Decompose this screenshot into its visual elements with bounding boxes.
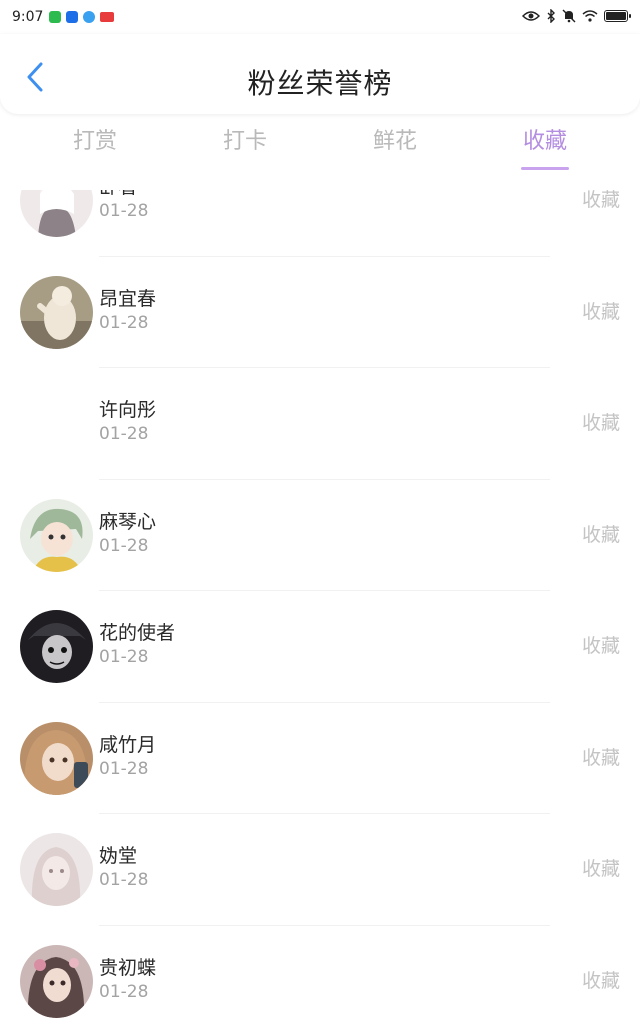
avatar[interactable] (20, 610, 93, 683)
navigation-header: 粉丝荣誉榜 (0, 34, 640, 114)
favorite-action[interactable]: 收藏 (582, 743, 620, 770)
mute-bell-icon (562, 9, 576, 23)
battery-icon (604, 10, 631, 22)
avatar[interactable] (20, 498, 93, 572)
tab-favorites[interactable]: 收藏 (470, 122, 620, 174)
status-icons (522, 9, 631, 23)
list-item[interactable]: 妫堂 01-28 收藏 (0, 814, 640, 926)
favorite-action[interactable]: 收藏 (582, 408, 620, 435)
avatar[interactable] (20, 944, 93, 1018)
fan-name: 贵初蝶 (99, 956, 157, 979)
tab-bar: 打赏 打卡 鲜花 收藏 (20, 122, 620, 174)
fan-date: 01-28 (99, 535, 149, 556)
fan-date: 01-28 (99, 647, 149, 667)
list-item[interactable]: 卧看 01-28 收藏 (0, 190, 640, 257)
avatar[interactable] (20, 190, 93, 237)
wechat-notification-icon (49, 11, 62, 23)
fan-name: 昂宜春 (99, 287, 157, 310)
fan-name: 麻琴心 (99, 510, 157, 533)
avatar[interactable] (20, 833, 93, 906)
status-bar: 9:07 (0, 0, 640, 34)
tab-flowers[interactable]: 鲜花 (320, 122, 470, 174)
eye-icon (522, 10, 540, 22)
favorite-action[interactable]: 收藏 (582, 190, 620, 212)
fan-name: 妫堂 (99, 845, 138, 867)
wifi-icon (582, 10, 598, 22)
tab-checkin[interactable]: 打卡 (170, 122, 320, 174)
list-item[interactable]: 花的使者 01-28 收藏 (0, 591, 640, 703)
fan-list-viewport[interactable]: 卧看 01-28 收藏 昂宜春 01-28 收藏 许向彤 01-28 收藏 麻 (0, 190, 640, 1024)
app-notification-icon (66, 11, 79, 23)
favorite-action[interactable]: 收藏 (582, 966, 620, 993)
news-notification-icon (100, 12, 115, 22)
fan-name: 许向彤 (99, 399, 157, 421)
list-item[interactable]: 咸竹月 01-28 收藏 (0, 703, 640, 814)
fan-date: 01-28 (99, 981, 149, 1002)
fan-date: 01-28 (99, 870, 149, 890)
browser-notification-icon (83, 11, 96, 23)
avatar[interactable] (20, 721, 93, 795)
fan-list: 卧看 01-28 收藏 昂宜春 01-28 收藏 许向彤 01-28 收藏 麻 (0, 190, 640, 1024)
status-time: 9:07 (12, 9, 44, 25)
avatar[interactable] (20, 275, 93, 349)
list-item[interactable]: 昂宜春 01-28 收藏 (0, 257, 640, 368)
avatar[interactable] (20, 387, 93, 460)
fan-date: 01-28 (99, 758, 149, 779)
fan-name: 花的使者 (99, 622, 176, 644)
favorite-action[interactable]: 收藏 (582, 297, 620, 324)
favorite-action[interactable]: 收藏 (582, 520, 620, 547)
fan-name: 咸竹月 (99, 733, 157, 756)
fan-date: 01-28 (99, 201, 149, 221)
tab-reward[interactable]: 打赏 (20, 122, 170, 174)
bluetooth-icon (546, 9, 556, 23)
list-item[interactable]: 许向彤 01-28 收藏 (0, 368, 640, 480)
page-title: 粉丝荣誉榜 (247, 67, 393, 100)
fan-name: 卧看 (99, 190, 137, 199)
favorite-action[interactable]: 收藏 (582, 854, 620, 881)
list-item[interactable]: 麻琴心 01-28 收藏 (0, 480, 640, 591)
list-item[interactable]: 贵初蝶 01-28 收藏 (0, 926, 640, 1024)
fan-date: 01-28 (99, 312, 149, 333)
fan-date: 01-28 (99, 424, 149, 444)
favorite-action[interactable]: 收藏 (582, 631, 620, 658)
